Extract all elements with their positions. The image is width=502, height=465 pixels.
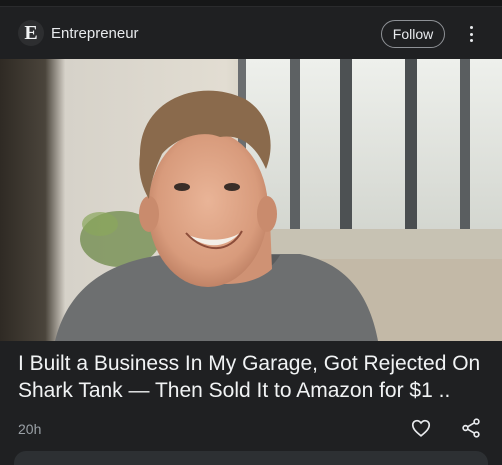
source-logo[interactable]: E [18, 20, 44, 46]
dot [469, 39, 473, 42]
article-headline[interactable]: I Built a Business In My Garage, Got Rej… [18, 350, 488, 404]
heart-icon[interactable] [410, 417, 432, 439]
source-name[interactable]: Entrepreneur [51, 25, 139, 42]
article-image[interactable] [0, 59, 502, 341]
next-card-edge [14, 451, 488, 465]
share-icon[interactable] [460, 417, 482, 439]
dot [469, 32, 473, 36]
article-photo [0, 59, 502, 341]
article-header: E Entrepreneur Follow [0, 12, 502, 56]
top-divider [0, 0, 502, 7]
follow-button[interactable]: Follow [381, 20, 445, 48]
publish-time: 20h [18, 421, 42, 437]
dot [469, 26, 473, 29]
more-vert-icon[interactable] [463, 24, 479, 44]
